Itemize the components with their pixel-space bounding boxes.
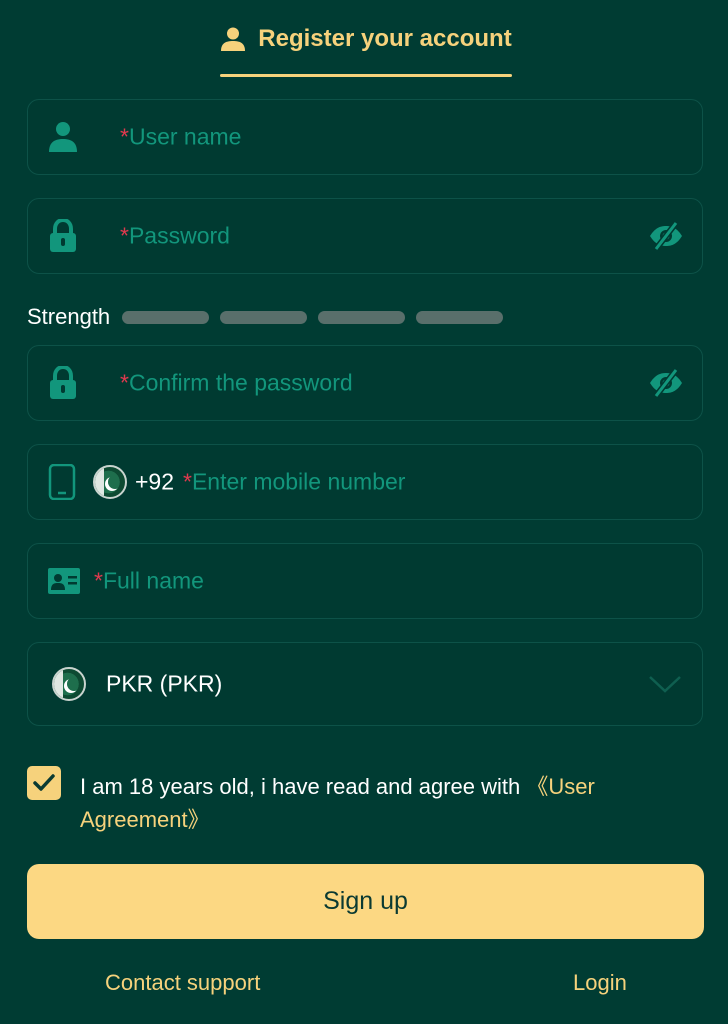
lock-icon — [48, 366, 78, 400]
confirm-password-field[interactable]: *Confirm the password — [27, 345, 703, 421]
agreement-checkbox[interactable] — [27, 766, 61, 800]
login-link[interactable]: Login — [573, 970, 627, 996]
check-icon — [33, 774, 55, 791]
currency-value: PKR (PKR) — [106, 670, 223, 697]
currency-select[interactable]: PKR (PKR) — [27, 642, 703, 726]
password-placeholder: *Password — [120, 222, 230, 249]
user-icon — [48, 121, 78, 153]
sign-up-button[interactable]: Sign up — [27, 864, 704, 939]
password-strength: Strength — [27, 302, 527, 332]
strength-bar-3 — [318, 310, 406, 324]
mobile-field[interactable]: +92 *Enter mobile number — [27, 444, 703, 520]
confirm-password-placeholder: *Confirm the password — [120, 369, 353, 396]
strength-label: Strength — [27, 304, 111, 329]
strength-bar-2 — [220, 310, 308, 324]
user-icon — [220, 26, 246, 52]
strength-bar-4 — [416, 310, 504, 324]
password-field[interactable]: *Password — [27, 198, 703, 274]
username-field[interactable]: *User name — [27, 99, 703, 175]
chevron-down-icon[interactable] — [648, 674, 682, 694]
agreement-text: I am 18 years old, i have read and agree… — [80, 770, 640, 836]
mobile-placeholder: *Enter mobile number — [183, 468, 406, 495]
lock-icon — [48, 219, 78, 253]
contact-support-link[interactable]: Contact support — [105, 970, 260, 996]
eye-off-icon[interactable] — [648, 367, 684, 399]
pakistan-flag-icon[interactable] — [93, 465, 127, 499]
strength-bar-1 — [122, 310, 210, 324]
register-title: Register your account — [258, 25, 512, 52]
full-name-field[interactable]: *Full name — [27, 543, 703, 619]
eye-off-icon[interactable] — [648, 220, 684, 252]
register-tab[interactable]: Register your account — [220, 0, 512, 78]
phone-icon — [48, 464, 76, 500]
country-code[interactable]: +92 — [135, 469, 174, 496]
full-name-placeholder: *Full name — [94, 567, 204, 594]
id-card-icon — [48, 568, 80, 594]
username-placeholder: *User name — [120, 123, 242, 150]
pakistan-flag-icon — [52, 667, 86, 701]
tab-underline — [220, 74, 512, 77]
agreement-statement: I am 18 years old, i have read and agree… — [80, 774, 527, 799]
